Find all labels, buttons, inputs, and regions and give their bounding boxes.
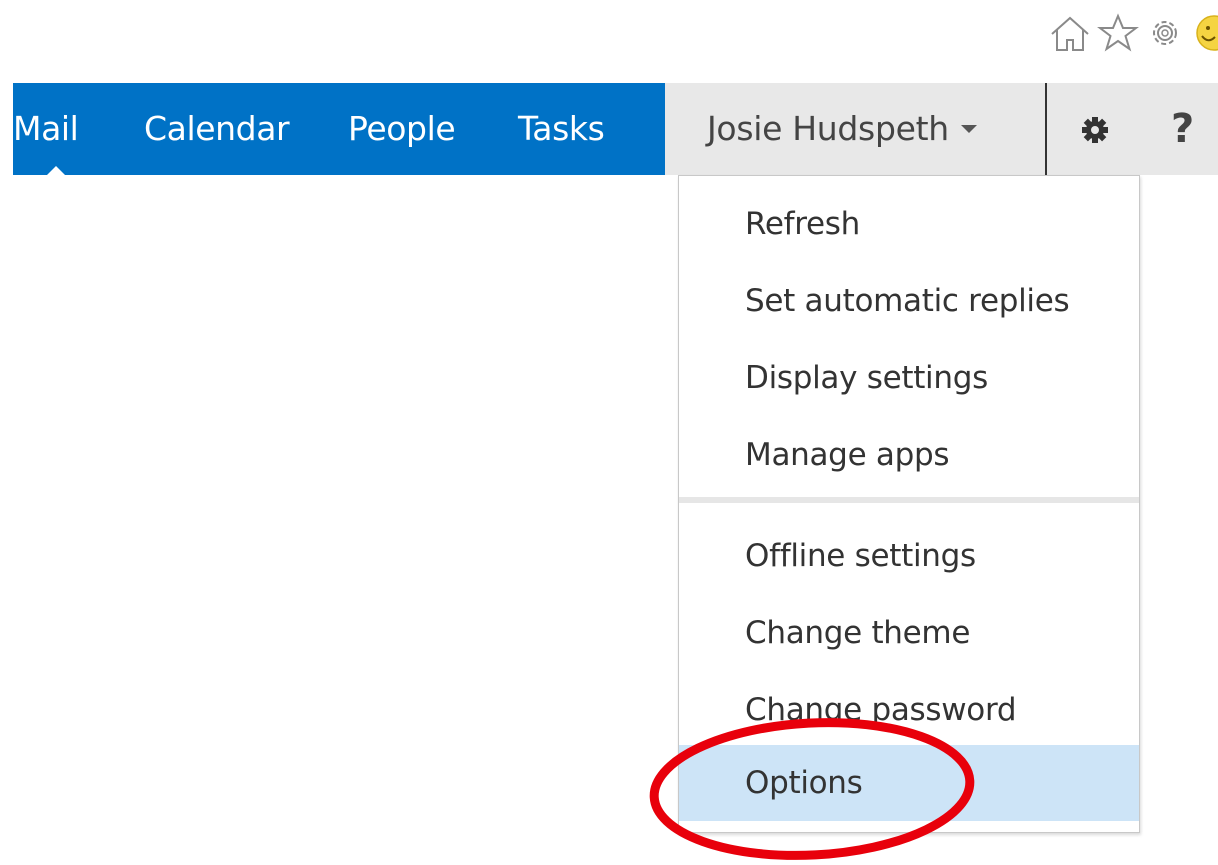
- tools-gear-icon[interactable]: [1143, 13, 1187, 53]
- home-icon[interactable]: [1048, 13, 1092, 53]
- toolbar-divider: [1045, 83, 1047, 175]
- menu-item-offline-settings[interactable]: Offline settings: [679, 518, 1139, 594]
- menu-item-options[interactable]: Options: [679, 745, 1139, 821]
- settings-menu: Refresh Set automatic replies Display se…: [678, 175, 1140, 833]
- menu-separator: [679, 497, 1139, 503]
- nav-people[interactable]: People: [348, 83, 456, 175]
- active-tab-indicator: [47, 166, 65, 175]
- help-button[interactable]: ?: [1171, 83, 1194, 175]
- smiley-feedback-icon[interactable]: [1192, 13, 1218, 53]
- menu-item-display-settings[interactable]: Display settings: [679, 340, 1139, 416]
- user-toolbar: Josie Hudspeth ?: [665, 83, 1218, 175]
- menu-item-refresh[interactable]: Refresh: [679, 186, 1139, 262]
- settings-gear-button[interactable]: [1080, 115, 1110, 145]
- chevron-down-icon: [960, 124, 977, 133]
- top-nav-bar: Mail Calendar People Tasks: [13, 83, 665, 175]
- nav-calendar[interactable]: Calendar: [144, 83, 290, 175]
- favorites-star-icon[interactable]: [1096, 13, 1140, 53]
- nav-tasks[interactable]: Tasks: [518, 83, 605, 175]
- menu-item-set-automatic-replies[interactable]: Set automatic replies: [679, 263, 1139, 339]
- nav-mail[interactable]: Mail: [13, 83, 79, 175]
- browser-toolbar: [0, 0, 1218, 70]
- gear-icon: [1082, 117, 1108, 143]
- menu-item-change-password[interactable]: Change password: [679, 672, 1139, 748]
- page: Mail Calendar People Tasks Josie Hudspet…: [0, 0, 1218, 865]
- user-menu-button[interactable]: Josie Hudspeth: [707, 83, 977, 175]
- menu-item-manage-apps[interactable]: Manage apps: [679, 417, 1139, 493]
- user-name: Josie Hudspeth: [707, 109, 949, 148]
- menu-item-change-theme[interactable]: Change theme: [679, 595, 1139, 671]
